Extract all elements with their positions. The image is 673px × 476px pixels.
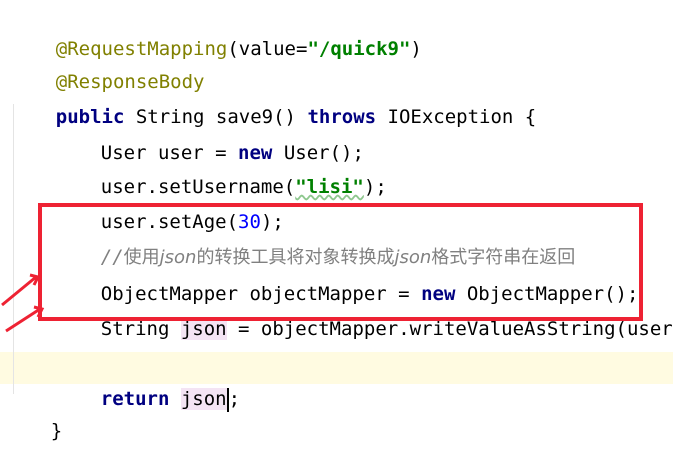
code-text: ;	[228, 388, 241, 410]
code-text: }	[50, 420, 63, 442]
code-line-3[interactable]: public String save9() throws IOException…	[10, 72, 536, 128]
code-line-2[interactable]: @ResponseBody	[10, 37, 205, 93]
code-line-11[interactable]: }	[5, 386, 62, 442]
code-line-4[interactable]: User user = new User();	[55, 108, 364, 164]
variable-highlight: json	[180, 388, 227, 410]
code-line-1[interactable]: @RequestMapping(value="/quick9")	[10, 4, 422, 60]
code-text: IOException {	[376, 106, 537, 128]
code-line-10[interactable]: return json;	[55, 354, 240, 412]
code-text: )	[410, 38, 422, 60]
string-literal: "/quick9"	[307, 38, 411, 60]
code-text: String	[100, 318, 181, 340]
pointer-arrows-icon	[1, 273, 45, 333]
variable-highlight: json	[180, 318, 227, 340]
highlight-box	[38, 203, 643, 321]
keyword-token: return	[100, 388, 170, 410]
code-text: );	[363, 176, 387, 198]
code-editor[interactable]: @RequestMapping(value="/quick9") @Respon…	[0, 0, 673, 442]
code-line-5[interactable]: user.setUsername("lisi");	[55, 142, 387, 198]
string-literal: "lisi"	[295, 176, 364, 198]
code-text: = objectMapper.writeValueAsString(user);	[226, 318, 673, 340]
code-text: (value=	[227, 38, 308, 60]
